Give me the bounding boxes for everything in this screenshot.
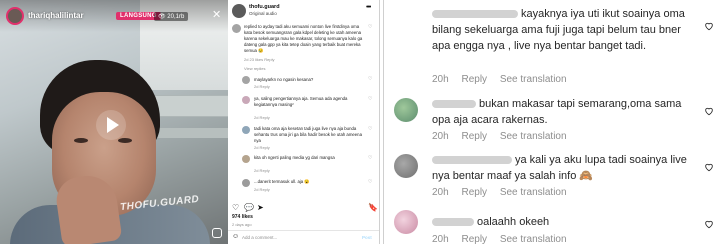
add-comment-input[interactable]: Add a comment... (242, 235, 277, 240)
comment-item: maylayarkn no ngasin kesana? 2d Reply ♡ (232, 76, 376, 90)
emoji-icon[interactable]: ☺ (232, 233, 239, 240)
comment-avatar[interactable] (394, 98, 418, 122)
reply-button[interactable]: Reply (461, 131, 487, 142)
comment-item: tadi kata oma aja kesetan tadi juga live… (232, 126, 376, 156)
action-bar: ♡ 💬 ➤ 🔖 (232, 203, 378, 213)
live-video-panel[interactable]: thariqhalilintar LANGSUNG 👁 20,1rb ✕ THO… (0, 0, 228, 244)
comment-avatar[interactable] (394, 210, 418, 234)
comment-avatar[interactable] (242, 155, 250, 163)
heart-icon[interactable] (704, 159, 714, 172)
zoom-comment-item: oalaahh okeeh 20h Reply See translation (384, 210, 720, 244)
see-translation-link[interactable]: See translation (500, 74, 567, 85)
post-panel: thofu.guard Original audio ••• replied t… (228, 0, 380, 244)
comment-text: maylayarkn no ngasin kesana? (254, 77, 314, 82)
see-translation-link[interactable]: See translation (500, 131, 567, 142)
reply-button[interactable]: Reply (461, 187, 487, 198)
audio-label[interactable]: Original audio (249, 11, 277, 16)
play-icon[interactable] (96, 110, 126, 140)
comment-time: 20h (432, 187, 449, 198)
account-avatar[interactable] (232, 4, 246, 18)
person-eye-right (118, 138, 132, 143)
comment-item: replied to ayday tadi aku semuami nonton… (232, 24, 376, 64)
live-avatar[interactable] (6, 7, 24, 25)
eye-icon: 👁 (158, 14, 166, 20)
comment-time: 20h (432, 74, 449, 85)
comment-avatar[interactable] (242, 179, 250, 187)
heart-icon[interactable]: ♡ (368, 24, 372, 30)
zoom-comment-meta: 20h Reply See translation (432, 234, 577, 244)
reply-button[interactable]: Reply (461, 234, 487, 244)
redacted-username (432, 218, 474, 227)
comment-avatar[interactable] (232, 24, 241, 33)
more-icon[interactable]: ••• (366, 4, 371, 11)
comment-meta[interactable]: 2d Reply (254, 115, 270, 120)
comment-time: 20h (432, 234, 449, 244)
zoom-comment-meta: 20h Reply See translation (432, 187, 577, 198)
comment-text: ...danerit termasuk ull. aja 😮 (254, 179, 310, 184)
heart-icon[interactable]: ♡ (368, 76, 372, 82)
zoom-comment-item: kayaknya iya uti ikut soainya oma bilang… (384, 4, 720, 92)
person-eye-left (74, 138, 88, 143)
heart-icon[interactable]: ♡ (368, 155, 372, 161)
zoom-comment-text: oalaahh okeeh (432, 214, 702, 230)
hospital-rail-lower (150, 128, 228, 138)
add-comment-bar: ☺ Add a comment... Post (228, 230, 379, 244)
comment-text: kita oh ngerti paling media yg dari mang… (254, 155, 335, 160)
share-icon[interactable]: ➤ (257, 203, 264, 212)
heart-icon[interactable]: ♡ (232, 203, 239, 212)
comment-text: tadi kata oma aja kesetan tadi juga live… (254, 126, 362, 143)
comment-meta[interactable]: 2d Reply (254, 84, 270, 89)
hospital-rail (150, 95, 228, 117)
heart-icon[interactable]: ♡ (368, 179, 372, 185)
comment-avatar[interactable] (242, 96, 250, 104)
comment-avatar[interactable] (394, 154, 418, 178)
comment-meta[interactable]: 2d 23 likes Reply (244, 57, 274, 62)
comment-text: replied to ayday tadi aku semuami nonton… (244, 24, 363, 53)
post-date: 2 days ago (232, 222, 252, 227)
comment-icon[interactable]: 💬 (244, 203, 254, 212)
zoom-comment-meta: 20h Reply See translation (432, 131, 577, 142)
comment-meta[interactable]: 2d Reply (254, 187, 270, 192)
heart-icon[interactable] (704, 216, 714, 229)
zoom-comment-text: bukan makasar tapi semarang,oma sama opa… (432, 98, 682, 126)
bookmark-icon[interactable]: 🔖 (368, 203, 378, 212)
heart-icon[interactable] (704, 18, 714, 31)
redacted-username (432, 156, 512, 165)
view-replies-link[interactable]: View replies (244, 66, 266, 71)
comment-time: 20h (432, 131, 449, 142)
comment-meta[interactable]: 2d Reply (254, 168, 270, 173)
redacted-username (432, 10, 518, 19)
zoom-comment-text: kayaknya iya uti ikut soainya oma bilang… (432, 8, 685, 52)
zoomed-comments-panel: kayaknya iya uti ikut soainya oma bilang… (383, 0, 720, 244)
comment-item: ya, saling pengertiannya aja. Semua ada … (232, 96, 376, 124)
close-icon[interactable]: ✕ (212, 8, 221, 21)
heart-icon[interactable] (704, 103, 714, 116)
zoom-comment-item: ya kali ya aku lupa tadi soainya live ny… (384, 152, 720, 202)
comment-item: ...danerit termasuk ull. aja 😮 2d Reply … (232, 179, 376, 197)
redacted-username (432, 100, 476, 109)
see-translation-link[interactable]: See translation (500, 234, 567, 244)
instagram-icon (212, 228, 222, 238)
zoom-comment-item: bukan makasar tapi semarang,oma sama opa… (384, 96, 720, 146)
comment-meta[interactable]: 2d Reply (254, 145, 270, 150)
comment-item: kita oh ngerti paling media yg dari mang… (232, 155, 376, 175)
comment-text: ya, saling pengertiannya aja. Semua ada … (254, 96, 348, 107)
comment-avatar[interactable] (242, 126, 250, 134)
account-name[interactable]: thofu.guard (249, 4, 280, 10)
zoom-comment-text: ya kali ya aku lupa tadi soainya live ny… (432, 154, 687, 182)
comment-avatar[interactable] (242, 76, 250, 84)
live-username[interactable]: thariqhalilintar (28, 11, 84, 20)
heart-icon[interactable]: ♡ (368, 126, 372, 132)
see-translation-link[interactable]: See translation (500, 187, 567, 198)
heart-icon[interactable]: ♡ (368, 96, 372, 102)
viewer-count: 👁 20,1rb (154, 12, 189, 21)
likes-count[interactable]: 974 likes (232, 214, 253, 220)
viewer-count-value: 20,1rb (167, 14, 185, 20)
reply-button[interactable]: Reply (461, 74, 487, 85)
zoom-comment-meta: 20h Reply See translation (432, 74, 577, 85)
post-comment-button[interactable]: Post (362, 235, 372, 240)
